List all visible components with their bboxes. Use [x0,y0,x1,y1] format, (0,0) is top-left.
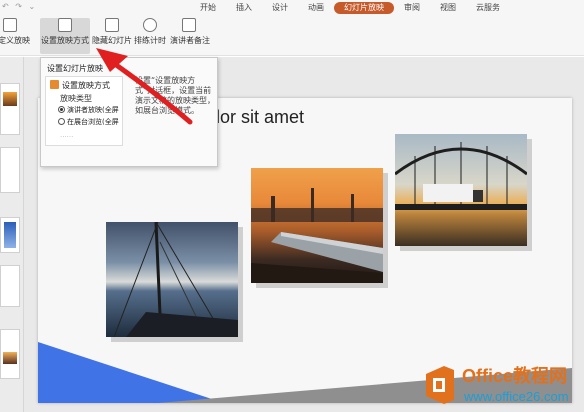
watermark-brand: Office教程网 [462,366,568,386]
red-arrow-annotation [96,48,193,125]
office-logo-icon [426,366,454,404]
watermark-url: www.office26.com [464,389,569,404]
